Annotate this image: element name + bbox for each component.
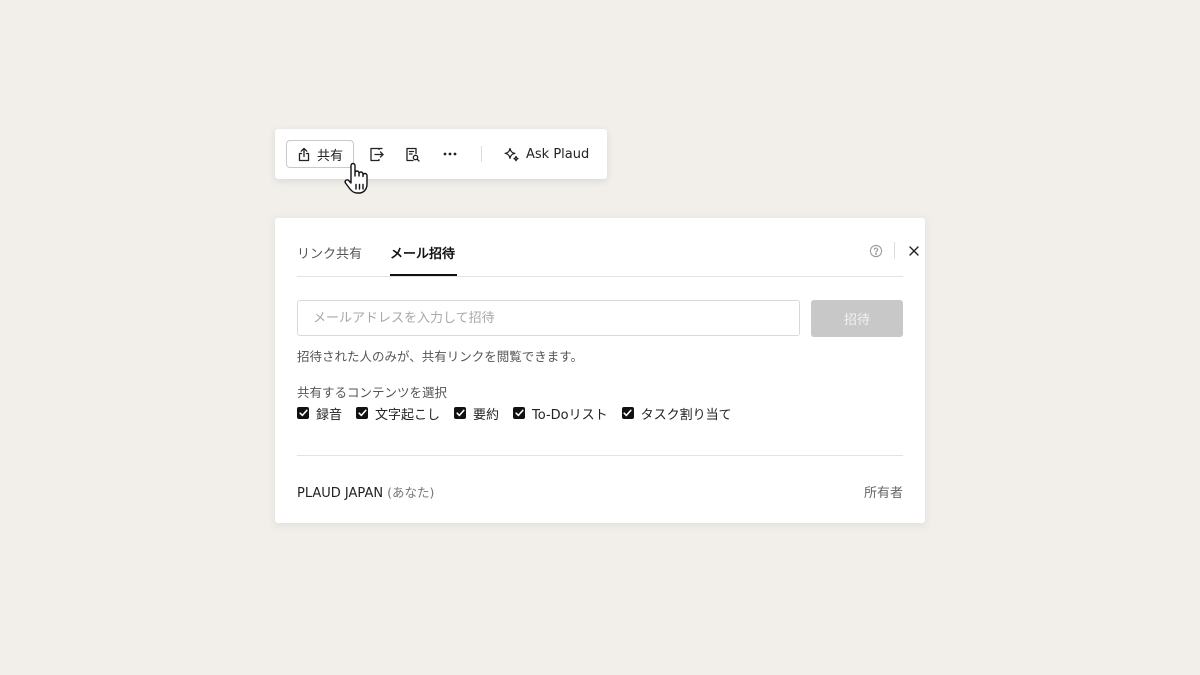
share-button-label: 共有 — [316, 148, 343, 164]
share-icon — [298, 147, 310, 161]
invite-hint: 招待された人のみが、共有リンクを閲覧できます。 — [297, 349, 584, 364]
header-divider — [894, 242, 895, 259]
checkbox-checked-icon — [513, 407, 526, 419]
content-options: 録音 文字起こし 要約 To-Doリスト タスク割り当て — [297, 404, 746, 423]
checkbox-checked-icon — [621, 407, 634, 419]
checkbox-label: タスク割り当て — [640, 407, 732, 423]
export-icon — [369, 147, 384, 161]
tab-email-invite[interactable]: メール招待 — [390, 243, 455, 262]
checkbox-task-assignment[interactable]: タスク割り当て — [621, 404, 732, 423]
content-select-label: 共有するコンテンツを選択 — [297, 385, 448, 400]
checkbox-summary[interactable]: 要約 — [454, 404, 499, 423]
more-button[interactable] — [440, 144, 460, 164]
toolbar: 共有 Ask Plaud — [275, 129, 607, 179]
checkbox-checked-icon — [356, 407, 369, 419]
owner-role: 所有者 — [863, 486, 903, 501]
document-search-icon — [405, 147, 420, 162]
share-dialog: リンク共有 メール招待 招待 招待された人のみが、共有リンクを閲覧できます。 共… — [275, 218, 925, 523]
toolbar-divider — [481, 146, 482, 162]
owner-name: PLAUD JAPAN — [297, 486, 384, 501]
owner-you-tag: (あなた) — [387, 485, 435, 500]
owner-row: PLAUD JAPAN (あなた) — [297, 482, 434, 501]
section-divider — [297, 455, 903, 456]
help-icon[interactable] — [869, 244, 883, 258]
sparkle-icon — [504, 147, 519, 161]
close-icon[interactable] — [907, 244, 921, 258]
tab-link-share[interactable]: リンク共有 — [297, 243, 362, 262]
hand-cursor-icon — [344, 162, 368, 194]
dialog-tabs: リンク共有 メール招待 — [297, 218, 919, 277]
more-icon — [443, 152, 457, 156]
checkbox-label: 録音 — [316, 407, 343, 423]
checkbox-todo-list[interactable]: To-Doリスト — [513, 404, 608, 423]
checkbox-label: 文字起こし — [375, 407, 441, 423]
ask-plaud-button[interactable]: Ask Plaud — [503, 143, 589, 165]
checkbox-checked-icon — [454, 407, 467, 419]
email-input[interactable] — [297, 300, 800, 336]
invite-button[interactable]: 招待 — [811, 300, 903, 337]
document-search-button[interactable] — [402, 144, 422, 164]
checkbox-recording[interactable]: 録音 — [297, 404, 342, 423]
active-tab-indicator — [390, 274, 457, 276]
checkbox-label: To-Doリスト — [532, 407, 608, 423]
checkbox-checked-icon — [297, 407, 309, 419]
checkbox-transcript[interactable]: 文字起こし — [356, 404, 440, 423]
checkbox-label: 要約 — [473, 407, 500, 423]
ask-plaud-label: Ask Plaud — [526, 146, 590, 162]
